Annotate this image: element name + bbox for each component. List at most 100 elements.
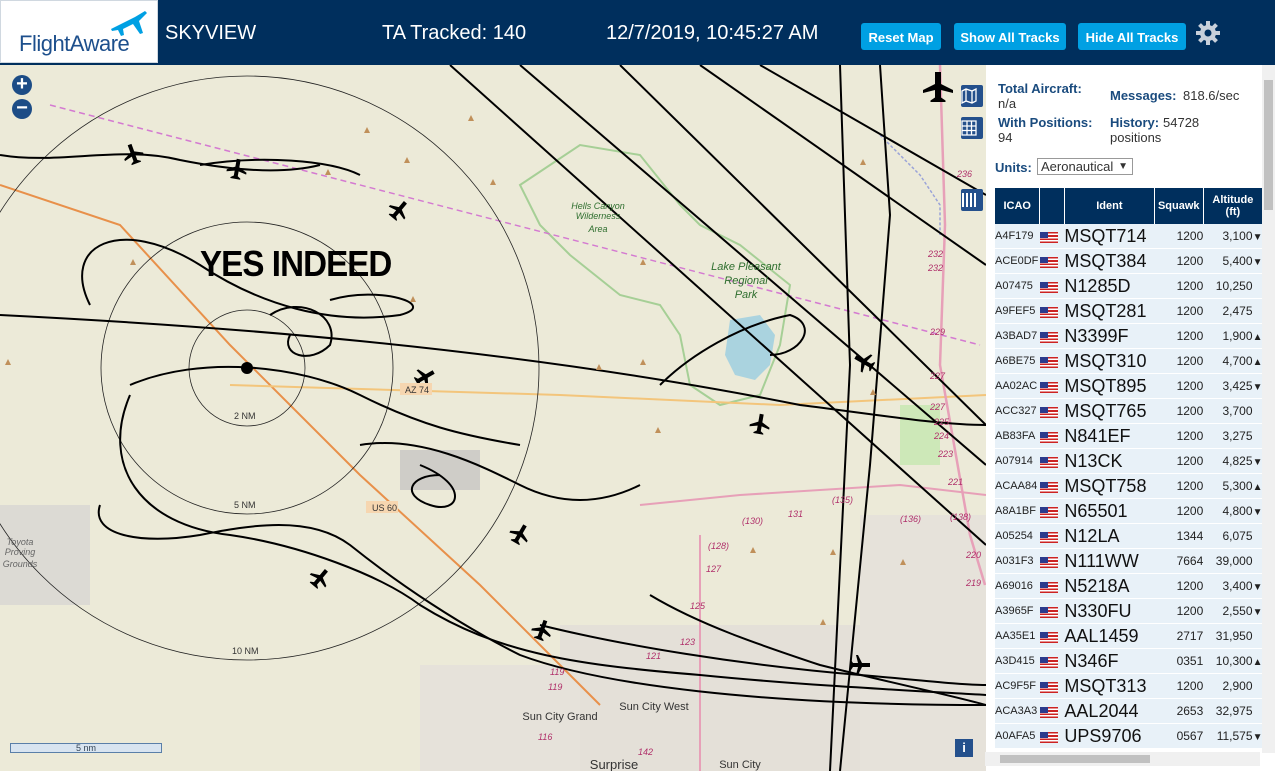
- zoom-in-button[interactable]: +: [12, 74, 32, 95]
- altitude-cell: 4,825▼: [1203, 448, 1263, 474]
- table-row[interactable]: ACE0DF MSQT384 1200 5,400▼: [995, 248, 1263, 274]
- us-flag-icon: [1039, 723, 1065, 749]
- altitude-value: 31,950: [1215, 629, 1253, 643]
- table-row[interactable]: ACC327 MSQT765 1200 3,700: [995, 398, 1263, 424]
- table-row[interactable]: A031F3 N111WW 7664 39,000: [995, 548, 1263, 574]
- table-row[interactable]: AA35E1 AAL1459 2717 31,950: [995, 623, 1263, 649]
- col-header-icao[interactable]: ICAO: [995, 188, 1041, 224]
- altitude-value: 2,900: [1222, 679, 1253, 693]
- messages-label: Messages:: [1110, 88, 1177, 103]
- icao-cell: A3D415: [995, 648, 1040, 674]
- icao-cell: A07914: [995, 448, 1040, 474]
- col-header-ident[interactable]: Ident: [1064, 188, 1155, 224]
- icao-cell: A031F3: [995, 548, 1040, 574]
- table-row[interactable]: A3965F N330FU 1200 2,550▼: [995, 598, 1263, 624]
- table-header-row: ICAO Ident Squawk Altitude (ft): [995, 188, 1264, 224]
- ident-cell: AAL2044: [1064, 698, 1155, 724]
- map-layers-icon[interactable]: [961, 85, 983, 107]
- table-row[interactable]: A8A1BF N65501 1200 4,800▼: [995, 498, 1263, 524]
- svg-text:Park: Park: [735, 289, 758, 301]
- squawk-cell: 1200: [1154, 224, 1204, 249]
- col-header-flag[interactable]: [1039, 188, 1065, 224]
- squawk-cell: 2717: [1154, 623, 1204, 649]
- ident-cell: MSQT384: [1064, 248, 1155, 274]
- table-row[interactable]: A05254 N12LA 1344 6,075: [995, 523, 1263, 549]
- grid-toggle-icon[interactable]: [961, 117, 983, 139]
- map-view[interactable]: Hells Canyon Wilderness Area Lake Pleasa…: [0, 65, 986, 771]
- table-row[interactable]: A6BE75 MSQT310 1200 4,700▲: [995, 348, 1263, 374]
- ident-cell: MSQT895: [1064, 373, 1155, 399]
- table-row[interactable]: A07914 N13CK 1200 4,825▼: [995, 448, 1263, 474]
- svg-text:225: 225: [933, 417, 950, 427]
- col-header-squawk[interactable]: Squawk: [1154, 188, 1204, 224]
- ident-cell: N111WW: [1064, 548, 1155, 574]
- ident-cell: MSQT758: [1064, 473, 1155, 499]
- chevron-down-icon: ▼: [1118, 161, 1128, 172]
- columns-toggle-icon[interactable]: [961, 189, 983, 211]
- table-row[interactable]: A69016 N5218A 1200 3,400▼: [995, 573, 1263, 599]
- table-row[interactable]: A9FEF5 MSQT281 1200 2,475: [995, 298, 1263, 324]
- table-row[interactable]: A4F179 MSQT714 1200 3,100▼: [995, 224, 1263, 249]
- svg-text:220: 220: [965, 550, 981, 560]
- show-all-tracks-button[interactable]: Show All Tracks: [954, 23, 1066, 50]
- svg-text:227: 227: [929, 402, 946, 412]
- aircraft-table: ICAO Ident Squawk Altitude (ft) A4F179 MS…: [995, 188, 1264, 749]
- us-flag-icon: [1039, 323, 1065, 349]
- table-row[interactable]: AB83FA N841EF 1200 3,275: [995, 423, 1263, 449]
- col-header-altitude[interactable]: Altitude (ft): [1203, 188, 1264, 224]
- squawk-cell: 0351: [1154, 648, 1204, 674]
- map-canvas[interactable]: Hells Canyon Wilderness Area Lake Pleasa…: [0, 65, 986, 771]
- scrollbar-thumb[interactable]: [1000, 755, 1150, 763]
- svg-text:223: 223: [937, 449, 953, 459]
- squawk-cell: 7664: [1154, 548, 1204, 574]
- icao-cell: ACE0DF: [995, 248, 1040, 274]
- ident-cell: N5218A: [1064, 573, 1155, 599]
- ident-cell: N65501: [1064, 498, 1155, 524]
- icao-cell: A6BE75: [995, 348, 1040, 374]
- table-row[interactable]: AA02AC MSQT895 1200 3,425▼: [995, 373, 1263, 399]
- panel-horizontal-scrollbar[interactable]: [985, 752, 1260, 766]
- table-row[interactable]: A3D415 N346F 0351 10,300▲: [995, 648, 1263, 674]
- squawk-cell: 1200: [1154, 298, 1204, 324]
- altitude-cell: 3,425▼: [1203, 373, 1263, 399]
- icao-cell: A07475: [995, 273, 1040, 299]
- us-flag-icon: [1039, 498, 1065, 524]
- altitude-trend-icon: ▼: [1252, 507, 1263, 518]
- zoom-out-button[interactable]: −: [12, 98, 32, 119]
- units-select-value: Aeronautical: [1041, 159, 1114, 174]
- reset-map-button[interactable]: Reset Map: [861, 23, 941, 50]
- svg-text:(138): (138): [950, 512, 971, 522]
- table-row[interactable]: ACA3A3 AAL2044 2653 32,975: [995, 698, 1263, 724]
- with-positions-label: With Positions:: [998, 115, 1093, 130]
- svg-text:(128): (128): [708, 541, 729, 551]
- table-row[interactable]: A0AFA5 UPS9706 0567 11,575▼: [995, 723, 1263, 749]
- altitude-trend-icon: ▲: [1252, 332, 1263, 343]
- svg-text:123: 123: [680, 637, 695, 647]
- table-row[interactable]: AC9F5F MSQT313 1200 2,900: [995, 673, 1263, 699]
- svg-text:Proving: Proving: [5, 547, 36, 557]
- altitude-cell: 39,000: [1203, 548, 1263, 574]
- ident-cell: N1285D: [1064, 273, 1155, 299]
- squawk-cell: 1200: [1154, 498, 1204, 524]
- info-icon[interactable]: i: [955, 739, 973, 757]
- svg-text:Hells Canyon: Hells Canyon: [571, 201, 625, 211]
- altitude-value: 3,400: [1222, 579, 1253, 593]
- icao-cell: A05254: [995, 523, 1040, 549]
- altitude-value: 11,575: [1216, 729, 1253, 743]
- hide-all-tracks-button[interactable]: Hide All Tracks: [1078, 23, 1186, 50]
- altitude-cell: 3,400▼: [1203, 573, 1263, 599]
- scrollbar-thumb[interactable]: [1264, 80, 1273, 210]
- panel-vertical-scrollbar[interactable]: [1262, 65, 1275, 753]
- ident-cell: N3399F: [1064, 323, 1155, 349]
- table-row[interactable]: A3BAD7 N3399F 1200 1,900▲: [995, 323, 1263, 349]
- altitude-cell: 31,950: [1203, 623, 1263, 649]
- settings-gear-icon[interactable]: [1195, 20, 1221, 46]
- units-select[interactable]: Aeronautical ▼: [1037, 158, 1133, 175]
- table-row[interactable]: ACAA84 MSQT758 1200 5,300▲: [995, 473, 1263, 499]
- altitude-value: 4,700: [1222, 354, 1253, 368]
- table-row[interactable]: A07475 N1285D 1200 10,250: [995, 273, 1263, 299]
- icao-cell: AC9F5F: [995, 673, 1040, 699]
- flightaware-logo[interactable]: FlightAware: [0, 0, 158, 63]
- ident-cell: MSQT313: [1064, 673, 1155, 699]
- squawk-cell: 1200: [1154, 373, 1204, 399]
